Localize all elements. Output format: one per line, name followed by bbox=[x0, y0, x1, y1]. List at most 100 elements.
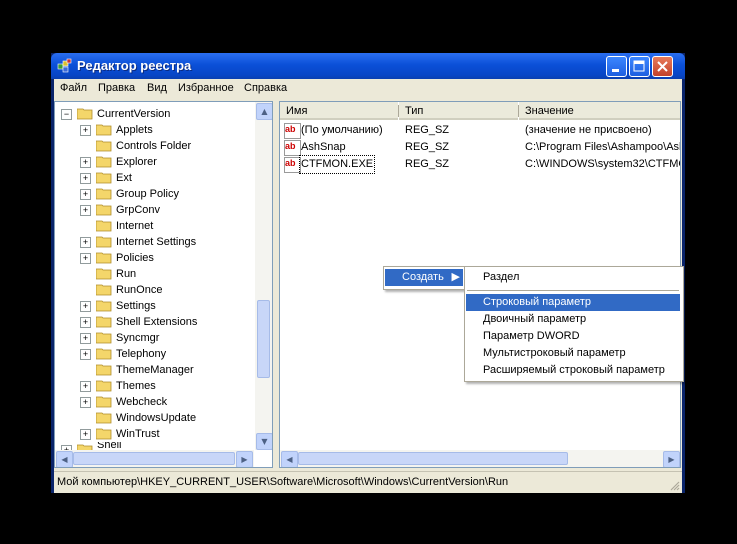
menu-item-new-value[interactable]: Расширяемый строковый параметр bbox=[466, 362, 680, 379]
scroll-right-button[interactable]: ▶ bbox=[663, 451, 680, 467]
tree-item-label: Internet Settings bbox=[116, 236, 197, 248]
menu-item-new-value[interactable]: Двоичный параметр bbox=[466, 311, 680, 328]
table-row[interactable]: ab CTFMON.EXE REG_SZ C:\WINDOWS\system32\CT… bbox=[282, 155, 680, 174]
title-bar[interactable]: Редактор реестра bbox=[51, 53, 685, 79]
scroll-left-button[interactable]: ◀ bbox=[281, 451, 298, 467]
tree-item[interactable]: + Policies bbox=[80, 250, 250, 266]
menu-item-key[interactable]: Раздел bbox=[466, 269, 680, 286]
folder-icon bbox=[96, 364, 112, 376]
tree-item[interactable]: Controls Folder bbox=[80, 138, 250, 154]
resize-grip-icon[interactable] bbox=[668, 479, 680, 491]
expand-icon[interactable]: + bbox=[80, 173, 91, 184]
scroll-down-button[interactable]: ▼ bbox=[256, 433, 272, 450]
status-bar: Мой компьютер\HKEY_CURRENT_USER\Software… bbox=[54, 471, 682, 493]
tree-item-label: Telephony bbox=[116, 348, 167, 360]
tree-item[interactable]: + Themes bbox=[80, 378, 250, 394]
column-header-name[interactable]: Имя bbox=[280, 102, 398, 120]
tree-item-label: GrpConv bbox=[116, 204, 161, 216]
expand-icon[interactable]: + bbox=[80, 429, 91, 440]
tree-item[interactable]: + Applets bbox=[80, 122, 250, 138]
expand-icon[interactable]: + bbox=[80, 397, 91, 408]
expand-icon[interactable]: + bbox=[80, 237, 91, 248]
registry-tree[interactable]: − CurrentVersion + Applets Controls Folder… bbox=[54, 101, 273, 468]
expand-icon[interactable]: + bbox=[80, 253, 91, 264]
tree-item-label: Explorer bbox=[116, 156, 157, 168]
tree-item[interactable]: WindowsUpdate bbox=[80, 410, 250, 426]
expand-icon[interactable]: + bbox=[80, 317, 91, 328]
folder-icon bbox=[96, 412, 112, 424]
tree-item[interactable]: + Webcheck bbox=[80, 394, 250, 410]
scroll-right-button[interactable]: ▶ bbox=[236, 451, 253, 467]
open-folder-icon bbox=[77, 108, 93, 120]
tree-item[interactable]: ThemeManager bbox=[80, 362, 250, 378]
folder-icon bbox=[96, 220, 112, 232]
menu-help[interactable]: Справка bbox=[244, 82, 287, 94]
tree-item[interactable]: + GrpConv bbox=[80, 202, 250, 218]
close-button[interactable] bbox=[652, 56, 673, 77]
folder-icon bbox=[96, 316, 112, 328]
tree-item[interactable]: + Settings bbox=[80, 298, 250, 314]
folder-icon bbox=[96, 380, 112, 392]
tree-item-label: WindowsUpdate bbox=[116, 412, 197, 424]
tree-horizontal-scrollbar[interactable]: ◀ ▶ bbox=[55, 450, 254, 467]
table-row[interactable]: ab (По умолчанию) REG_SZ (значение не присв… bbox=[282, 122, 678, 139]
minimize-button[interactable] bbox=[606, 56, 627, 77]
expand-icon[interactable]: + bbox=[80, 125, 91, 136]
scroll-thumb[interactable] bbox=[257, 300, 270, 378]
menu-bar: Файл Правка Вид Избранное Справка bbox=[54, 79, 682, 99]
value-name: AshSnap bbox=[301, 141, 346, 153]
scroll-up-button[interactable]: ▲ bbox=[256, 103, 272, 120]
tree-item-label: Controls Folder bbox=[116, 140, 192, 152]
tree-item-label: RunOnce bbox=[116, 284, 163, 296]
menu-view[interactable]: Вид bbox=[147, 82, 167, 94]
folder-icon bbox=[96, 252, 112, 264]
table-row[interactable]: ab AshSnap REG_SZ C:\Program Files\Ashampoo… bbox=[282, 139, 680, 156]
tree-item[interactable]: + Syncmgr bbox=[80, 330, 250, 346]
scroll-left-button[interactable]: ◀ bbox=[56, 451, 73, 467]
column-header-type[interactable]: Тип bbox=[399, 102, 518, 120]
scroll-thumb[interactable] bbox=[298, 452, 568, 465]
menu-item-create[interactable]: Создать ▶ bbox=[385, 269, 463, 286]
tree-item-label: CurrentVersion bbox=[97, 108, 171, 120]
tree-item[interactable]: + Explorer bbox=[80, 154, 250, 170]
menu-item-new-value[interactable]: Строковый параметр bbox=[466, 294, 680, 311]
expand-icon[interactable]: + bbox=[80, 189, 91, 200]
collapse-icon[interactable]: − bbox=[61, 109, 72, 120]
menu-edit[interactable]: Правка bbox=[98, 82, 135, 94]
expand-icon[interactable]: + bbox=[80, 349, 91, 360]
expand-icon[interactable]: + bbox=[80, 381, 91, 392]
tree-item-currentversion[interactable]: − CurrentVersion bbox=[61, 106, 251, 122]
folder-icon bbox=[96, 396, 112, 408]
maximize-button[interactable] bbox=[629, 56, 650, 77]
maximize-icon bbox=[633, 60, 645, 72]
scroll-thumb[interactable] bbox=[73, 452, 235, 465]
menu-item-new-value[interactable]: Параметр DWORD bbox=[466, 328, 680, 345]
tree-vertical-scrollbar[interactable]: ▲ ▼ bbox=[255, 102, 272, 450]
menu-item-new-value[interactable]: Мультистроковый параметр bbox=[466, 345, 680, 362]
tree-item-label: Internet bbox=[116, 220, 154, 232]
menu-file[interactable]: Файл bbox=[60, 82, 87, 94]
minimize-icon bbox=[612, 69, 619, 72]
column-header-value[interactable]: Значение bbox=[519, 102, 680, 120]
expand-icon[interactable]: + bbox=[80, 205, 91, 216]
expand-icon[interactable]: + bbox=[80, 157, 91, 168]
tree-item[interactable]: + Telephony bbox=[80, 346, 250, 362]
expand-icon[interactable]: + bbox=[80, 301, 91, 312]
tree-item[interactable]: + Group Policy bbox=[80, 186, 250, 202]
tree-item[interactable]: RunOnce bbox=[80, 282, 250, 298]
context-menu: Создать ▶ bbox=[383, 266, 467, 290]
menu-favorites[interactable]: Избранное bbox=[178, 82, 234, 94]
expand-icon[interactable]: + bbox=[80, 333, 91, 344]
list-horizontal-scrollbar[interactable]: ◀ ▶ bbox=[280, 450, 680, 467]
tree-item-shell[interactable]: + Shell bbox=[61, 442, 251, 450]
tree-item-label: Ext bbox=[116, 172, 132, 184]
tree-item-label: Group Policy bbox=[116, 188, 179, 200]
tree-item[interactable]: Run bbox=[80, 266, 250, 282]
tree-item[interactable]: + Ext bbox=[80, 170, 250, 186]
tree-item-label: Themes bbox=[116, 380, 156, 392]
tree-item[interactable]: Internet bbox=[80, 218, 250, 234]
submenu-arrow-icon: ▶ bbox=[451, 271, 460, 283]
tree-item[interactable]: + WinTrust bbox=[80, 426, 250, 442]
tree-item[interactable]: + Internet Settings bbox=[80, 234, 250, 250]
tree-item[interactable]: + Shell Extensions bbox=[80, 314, 250, 330]
